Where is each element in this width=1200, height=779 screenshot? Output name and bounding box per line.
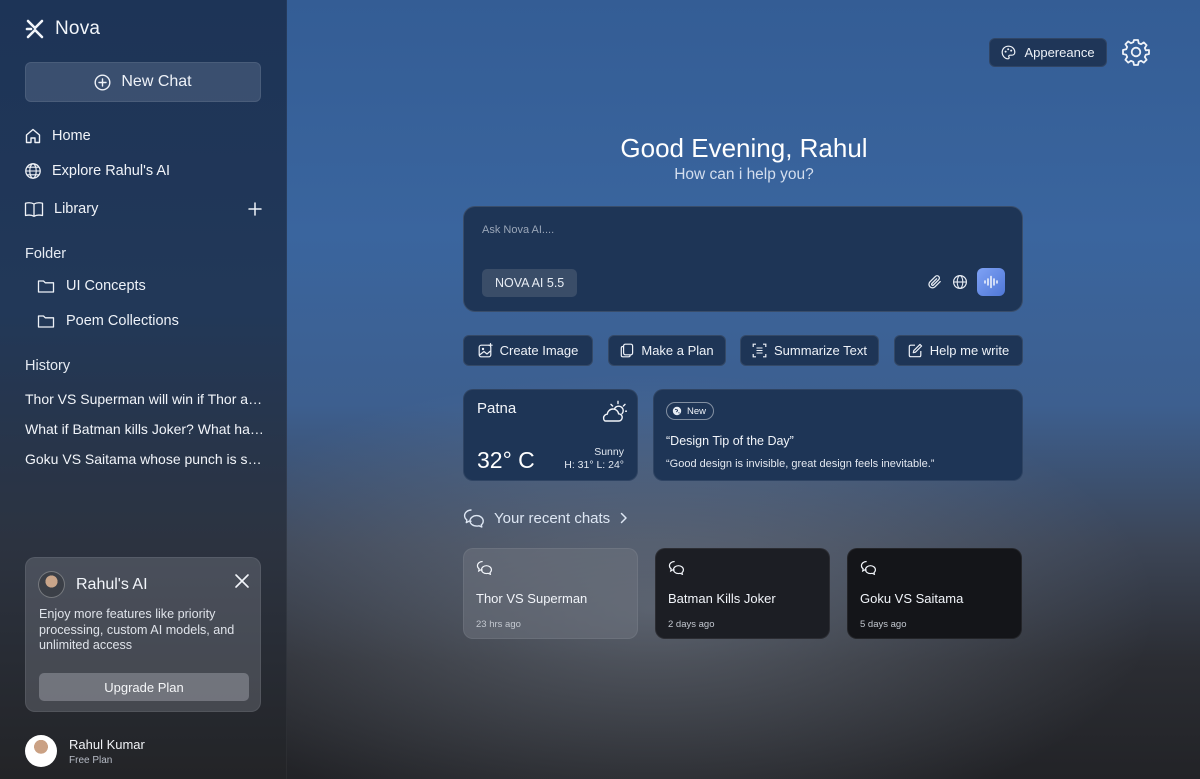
- globe-icon: [24, 162, 42, 180]
- scan-text-icon: [752, 343, 767, 358]
- history-section-label: History: [25, 358, 71, 374]
- palette-icon: [1001, 45, 1016, 60]
- chat-bubbles-icon: [860, 560, 877, 575]
- add-library-plus-icon[interactable]: [247, 201, 263, 217]
- paperclip-icon[interactable]: [927, 274, 943, 290]
- folder-icon: [37, 278, 55, 294]
- recent-chat-card[interactable]: Goku VS Saitama 5 days ago: [847, 548, 1022, 639]
- globe-icon: [672, 406, 682, 416]
- new-chat-label: New Chat: [121, 73, 192, 90]
- sidebar-item-label: Home: [52, 128, 91, 144]
- prompt-input[interactable]: [482, 219, 1002, 241]
- tip-quote: “Good design is invisible, great design …: [666, 458, 935, 470]
- brand[interactable]: Nova: [25, 18, 100, 40]
- promo-avatar: [38, 571, 65, 598]
- folder-section-label: Folder: [25, 246, 67, 262]
- greeting-subtitle: How can i help you?: [674, 166, 814, 183]
- history-item[interactable]: Thor VS Superman will win if Thor and Su…: [25, 391, 265, 407]
- new-chat-button[interactable]: New Chat: [25, 62, 261, 102]
- chat-timestamp: 5 days ago: [860, 619, 907, 630]
- promo-header: Rahul's AI: [38, 571, 148, 598]
- main-panel: Appereance Good Evening, Rahul How can i…: [287, 0, 1200, 779]
- web-search-globe-icon[interactable]: [952, 274, 968, 290]
- recent-chat-card[interactable]: Batman Kills Joker 2 days ago: [655, 548, 830, 639]
- weather-city: Patna: [477, 400, 517, 417]
- plus-circle-icon: [94, 73, 111, 91]
- avatar: [25, 735, 57, 767]
- recent-chats-heading: Your recent chats: [494, 509, 611, 527]
- book-icon: [24, 200, 44, 218]
- action-label: Help me write: [929, 343, 1010, 358]
- new-badge: New: [666, 402, 715, 420]
- help-me-write-button[interactable]: Help me write: [894, 335, 1023, 366]
- user-plan: Free Plan: [69, 754, 113, 766]
- sidebar-item-explore[interactable]: Explore Rahul's AI: [24, 162, 170, 180]
- weather-card[interactable]: Patna 32° C Sunny H: 31° L: 24°: [463, 389, 638, 481]
- greeting-title: Good Evening, Rahul: [620, 133, 868, 163]
- sidebar: Nova New Chat Home Explore Rahul's AI Li: [0, 0, 287, 779]
- prompt-tools: [927, 268, 1005, 296]
- promo-description: Enjoy more features like priority proces…: [39, 607, 235, 652]
- recent-chats-link[interactable]: Your recent chats: [463, 508, 628, 528]
- folder-label: UI Concepts: [66, 278, 146, 294]
- weather-temperature: 32° C: [477, 447, 535, 473]
- image-plus-icon: [478, 343, 493, 358]
- sidebar-item-label: Library: [54, 201, 99, 217]
- action-label: Summarize Text: [774, 343, 867, 358]
- nova-x-logo-icon: [25, 19, 45, 39]
- chevron-right-icon: [619, 512, 628, 524]
- user-name: Rahul Kumar: [69, 736, 145, 752]
- chat-title: Thor VS Superman: [476, 591, 588, 606]
- folder-item-poem-collections[interactable]: Poem Collections: [37, 313, 179, 329]
- gear-icon[interactable]: [1121, 37, 1151, 67]
- folder-item-ui-concepts[interactable]: UI Concepts: [37, 278, 146, 294]
- weather-condition: Sunny: [594, 446, 624, 458]
- promo-title: Rahul's AI: [76, 575, 148, 593]
- sidebar-item-home[interactable]: Home: [24, 127, 91, 145]
- quick-actions: Create Image Make a Plan Summarize Text …: [463, 335, 1023, 366]
- history-item[interactable]: What if Batman kills Joker? What happens…: [25, 421, 265, 437]
- chat-timestamp: 23 hrs ago: [476, 619, 521, 630]
- copy-icon: [620, 343, 634, 358]
- chat-title: Batman Kills Joker: [668, 591, 776, 606]
- close-icon[interactable]: [234, 573, 250, 589]
- summarize-text-button[interactable]: Summarize Text: [740, 335, 879, 366]
- appearance-button[interactable]: Appereance: [989, 38, 1107, 67]
- model-selector[interactable]: NOVA AI 5.5: [482, 269, 578, 297]
- sidebar-item-library[interactable]: Library: [24, 200, 98, 218]
- action-label: Create Image: [499, 343, 579, 358]
- tip-title: “Design Tip of the Day”: [666, 434, 794, 448]
- history-item[interactable]: Goku VS Saitama whose punch is stronger: [25, 451, 265, 467]
- brand-name: Nova: [55, 18, 101, 39]
- chat-bubbles-icon: [668, 560, 685, 575]
- chat-bubbles-icon: [476, 560, 493, 575]
- recent-chat-card[interactable]: Thor VS Superman 23 hrs ago: [463, 548, 638, 639]
- voice-input-button[interactable]: [977, 268, 1005, 296]
- folder-label: Poem Collections: [66, 313, 179, 329]
- chat-timestamp: 2 days ago: [668, 619, 715, 630]
- weather-high-low: H: 31° L: 24°: [564, 459, 624, 471]
- make-a-plan-button[interactable]: Make a Plan: [608, 335, 726, 366]
- create-image-button[interactable]: Create Image: [463, 335, 593, 366]
- waveform-icon: [983, 275, 999, 289]
- folder-icon: [37, 313, 55, 329]
- appearance-label: Appereance: [1024, 45, 1095, 60]
- partly-cloudy-icon: [599, 400, 627, 424]
- upgrade-promo-card: Rahul's AI Enjoy more features like prio…: [25, 557, 261, 712]
- user-profile[interactable]: Rahul Kumar Free Plan: [25, 735, 145, 767]
- pencil-icon: [908, 343, 923, 358]
- home-icon: [24, 127, 42, 145]
- chat-bubbles-icon: [463, 508, 485, 528]
- sidebar-item-label: Explore Rahul's AI: [52, 163, 171, 179]
- user-info: Rahul Kumar Free Plan: [69, 737, 145, 766]
- action-label: Make a Plan: [641, 343, 714, 358]
- app-window: Nova New Chat Home Explore Rahul's AI Li: [0, 0, 1200, 779]
- chat-title: Goku VS Saitama: [860, 591, 964, 606]
- badge-label: New: [687, 405, 707, 417]
- design-tip-card[interactable]: New “Design Tip of the Day” “Good design…: [653, 389, 1023, 481]
- upgrade-plan-button[interactable]: Upgrade Plan: [39, 673, 249, 701]
- prompt-box: NOVA AI 5.5: [463, 206, 1023, 312]
